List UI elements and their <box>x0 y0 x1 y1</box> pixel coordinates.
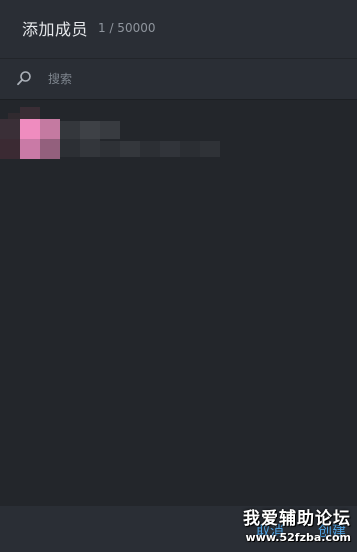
member-list <box>0 99 357 506</box>
create-button[interactable]: 创建 <box>312 520 352 542</box>
search-bar <box>0 58 357 100</box>
member-row[interactable] <box>0 107 357 161</box>
member-count: 1 / 50000 <box>98 21 156 35</box>
dialog-header: 添加成员 1 / 50000 <box>0 0 357 58</box>
search-icon <box>17 71 31 86</box>
search-input[interactable] <box>46 68 340 90</box>
member-name-blurred <box>60 121 230 157</box>
dialog-footer: 取消 创建 <box>0 506 357 552</box>
avatar <box>0 107 60 159</box>
cancel-button[interactable]: 取消 <box>250 520 290 542</box>
dialog-title: 添加成员 <box>22 20 89 39</box>
